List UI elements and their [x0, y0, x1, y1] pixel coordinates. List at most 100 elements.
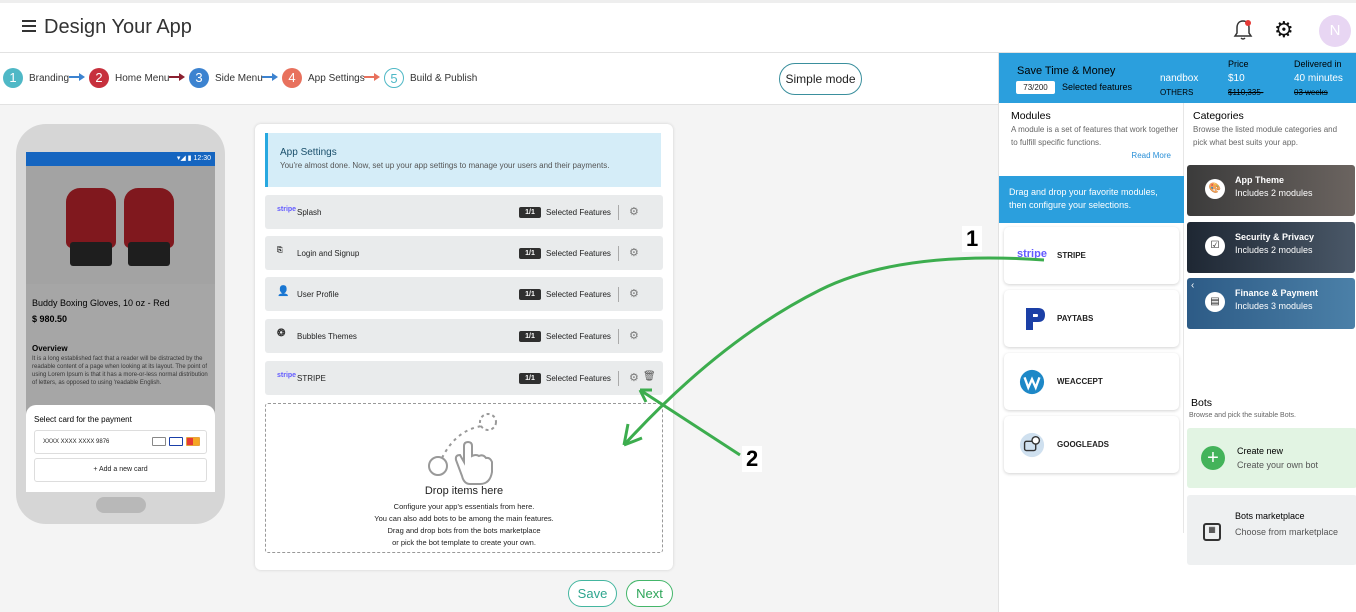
divider	[618, 205, 619, 220]
divider	[618, 371, 619, 386]
next-button[interactable]: Next	[626, 580, 673, 607]
step-label: Side Menu	[215, 72, 263, 84]
module-name: WEACCEPT	[1057, 377, 1103, 386]
category-finance-payment[interactable]: ‹ ▤ Finance & Payment Includes 3 modules	[1187, 278, 1355, 329]
feature-count: 1/1	[519, 289, 541, 300]
divider	[618, 287, 619, 302]
login-icon: ⎘	[277, 247, 283, 254]
simple-mode-button[interactable]: Simple mode	[779, 63, 862, 95]
configure-gear-icon[interactable]: ⚙	[629, 287, 639, 300]
feature-row-user-profile[interactable]: 👤 User Profile 1/1 Selected Features ⚙	[265, 277, 663, 311]
promo-banner: Save Time & Money 73/200 Selected featur…	[999, 53, 1356, 103]
drop-line: or pick the bot template to create your …	[392, 538, 536, 547]
categories-description: Browse the listed module categories and …	[1193, 125, 1338, 147]
configure-gear-icon[interactable]: ⚙	[629, 371, 639, 384]
step-number: 3	[189, 68, 209, 88]
configure-gear-icon[interactable]: ⚙	[629, 329, 639, 342]
hamburger-menu-icon[interactable]	[22, 20, 36, 32]
step-label: Branding	[29, 72, 70, 84]
step-arrow-icon	[262, 73, 278, 81]
settings-info-box: App Settings You're almost done. Now, se…	[265, 133, 661, 187]
category-security-privacy[interactable]: ☑ Security & Privacy Includes 2 modules	[1187, 222, 1355, 273]
categories-column: Categories Browse the listed module cate…	[1185, 103, 1356, 565]
feature-selected-label: Selected Features	[546, 290, 611, 299]
category-app-theme[interactable]: 🎨 App Theme Includes 2 modules	[1187, 165, 1355, 216]
feature-count: 1/1	[519, 207, 541, 218]
price-heading: Price	[1228, 59, 1249, 69]
settings-title: App Settings	[280, 147, 337, 158]
drop-zone-text: Configure your app's essentials from her…	[266, 501, 662, 549]
compare-others: OTHERS	[1160, 88, 1194, 97]
add-card-button[interactable]: + Add a new card	[34, 458, 207, 482]
weaccept-logo-icon	[1019, 369, 1045, 395]
settings-gear-icon[interactable]: ⚙	[1274, 17, 1294, 43]
step-side-menu[interactable]: 3 Side Menu	[189, 68, 263, 88]
feature-name: User Profile	[297, 290, 339, 299]
module-name: PAYTABS	[1057, 314, 1094, 323]
step-home-menu[interactable]: 2 Home Menu	[89, 68, 169, 88]
step-arrow-icon	[169, 73, 185, 81]
bots-marketplace-sub: Choose from marketplace	[1235, 527, 1339, 537]
price-value: $10	[1228, 73, 1245, 84]
module-card-weaccept[interactable]: WEACCEPT	[1004, 353, 1179, 410]
drop-line: You can also add bots to be among the ma…	[374, 514, 554, 523]
delete-trash-icon[interactable]: 🗑	[643, 371, 656, 382]
configure-gear-icon[interactable]: ⚙	[629, 246, 639, 259]
step-label: Build & Publish	[410, 72, 478, 84]
feature-row-stripe[interactable]: stripe STRIPE 1/1 Selected Features ⚙ 🗑	[265, 361, 663, 395]
chevron-left-icon[interactable]: ‹	[1191, 280, 1194, 291]
page-title: Design Your App	[44, 16, 192, 38]
modules-column: Modules A module is a set of features th…	[999, 103, 1184, 533]
modules-description: A module is a set of features that work …	[1011, 125, 1179, 147]
feature-row-bubbles-themes[interactable]: ❂ Bubbles Themes 1/1 Selected Features ⚙	[265, 319, 663, 353]
module-card-paytabs[interactable]: PAYTABS	[1004, 290, 1179, 347]
module-name: STRIPE	[1057, 251, 1086, 260]
phone-home-button	[96, 497, 146, 513]
create-bot-button[interactable]: + Create new Create your own bot	[1187, 428, 1356, 488]
module-card-stripe[interactable]: stripe STRIPE	[1004, 227, 1179, 284]
read-more-link[interactable]: Read More	[1131, 151, 1171, 160]
avatar[interactable]: N	[1319, 15, 1351, 47]
top-bar: Design Your App ⚙ N	[0, 0, 1356, 53]
feature-row-login[interactable]: ⎘ Login and Signup 1/1 Selected Features…	[265, 236, 663, 270]
feature-name: Login and Signup	[297, 249, 360, 258]
category-sub: Includes 3 modules	[1235, 301, 1313, 311]
feature-count: 1/1	[519, 331, 541, 342]
paytabs-logo-icon	[1026, 308, 1045, 330]
status-bar: ▾◢ ▮ 12:30	[26, 152, 215, 166]
step-label: Home Menu	[115, 72, 170, 84]
step-app-settings[interactable]: 4 App Settings	[282, 68, 365, 88]
category-sub: Includes 2 modules	[1235, 188, 1313, 198]
feature-row-splash[interactable]: stripe Splash 1/1 Selected Features ⚙	[265, 195, 663, 229]
category-name: Finance & Payment	[1235, 288, 1319, 298]
payment-sheet: Select card for the payment XXXX XXXX XX…	[26, 405, 215, 492]
step-branding[interactable]: 1 Branding	[3, 68, 69, 88]
divider	[618, 246, 619, 261]
step-build-publish[interactable]: 5 Build & Publish	[384, 68, 477, 88]
stripe-logo-icon: stripe	[1017, 248, 1047, 260]
save-button[interactable]: Save	[568, 580, 617, 607]
drop-line: Drag and drop bots from the bots marketp…	[387, 526, 541, 535]
drop-zone-title: Drop items here	[424, 485, 504, 497]
notification-bell-icon[interactable]	[1233, 19, 1253, 41]
drop-zone[interactable]: Drop items here Configure your app's ess…	[265, 403, 663, 553]
wallet-icon: ▤	[1205, 292, 1225, 312]
visa-icon	[169, 437, 183, 446]
feature-selected-label: Selected Features	[546, 374, 611, 383]
checkbox-icon: ☑	[1205, 236, 1225, 256]
annotation-label-1: 1	[962, 226, 983, 252]
configure-gear-icon[interactable]: ⚙	[629, 205, 639, 218]
drag-tip: Drag and drop your favorite modules, the…	[999, 176, 1184, 223]
create-bot-sub: Create your own bot	[1237, 460, 1319, 470]
category-sub: Includes 2 modules	[1235, 245, 1313, 255]
module-card-googleads[interactable]: GOOGLEADS	[1004, 416, 1179, 473]
calculator-icon: ▦	[1203, 523, 1221, 541]
bots-marketplace-button[interactable]: ▦ Bots marketplace Choose from marketpla…	[1187, 495, 1356, 565]
saved-card[interactable]: XXXX XXXX XXXX 9876	[34, 430, 207, 454]
step-number: 4	[282, 68, 302, 88]
feature-name: Splash	[297, 208, 322, 217]
drop-line: Configure your app's essentials from her…	[393, 502, 535, 511]
delivery-old: 03 weeks	[1294, 88, 1328, 97]
categories-heading: Categories	[1193, 110, 1244, 122]
feature-selected-label: Selected Features	[546, 332, 611, 341]
